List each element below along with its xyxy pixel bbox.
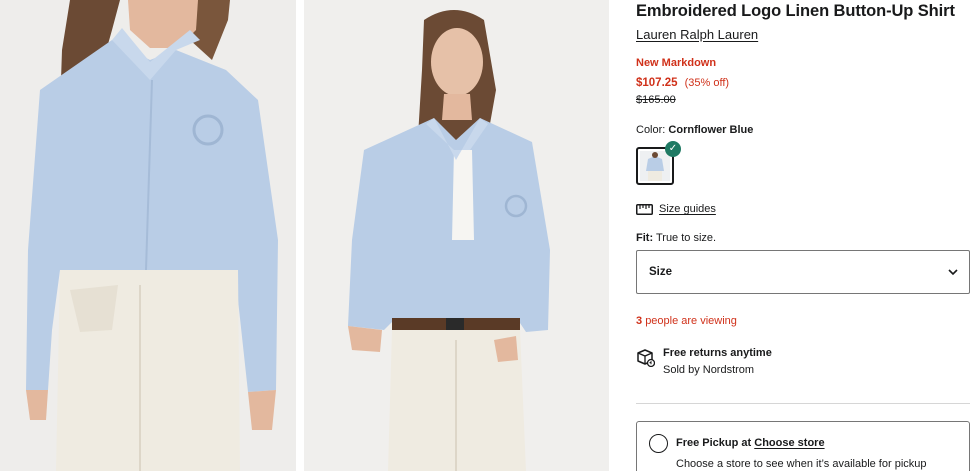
price-row: $107.25 (35% off) (636, 77, 729, 89)
returns-title: Free returns anytime (663, 347, 772, 359)
returns-seller: Sold by Nordstrom (663, 364, 755, 376)
product-title: Embroidered Logo Linen Button-Up Shirt (636, 2, 955, 20)
product-image-front-crop[interactable] (0, 0, 296, 471)
pickup-title: Free Pickup at Choose store (676, 437, 825, 449)
product-photo-model (304, 0, 609, 471)
swatch-thumbnail-image (640, 151, 670, 181)
brand-link[interactable]: Lauren Ralph Lauren (636, 27, 758, 42)
fit-info: Fit: True to size. (636, 232, 716, 244)
product-photo-front (0, 0, 296, 471)
package-return-icon (637, 349, 655, 367)
free-returns-info: Free returns anytime Sold by Nordstrom (636, 347, 772, 376)
color-swatch-cornflower-blue[interactable]: ✓ (636, 141, 681, 185)
color-label: Color: Cornflower Blue (636, 124, 753, 136)
size-dropdown-label: Size (649, 266, 673, 278)
markdown-badge: New Markdown (636, 57, 717, 69)
section-divider (636, 403, 970, 404)
chevron-down-icon (948, 269, 958, 276)
returns-text: Free returns anytime Sold by Nordstrom (663, 347, 772, 376)
viewers-text: people are viewing (645, 315, 737, 327)
check-icon: ✓ (665, 141, 681, 157)
ruler-icon (636, 203, 653, 215)
fit-value: True to size. (655, 232, 717, 244)
color-label-text: Color: (636, 124, 666, 136)
fit-label: Fit: (636, 232, 654, 244)
size-dropdown[interactable]: Size (636, 250, 970, 294)
size-guides-link[interactable]: Size guides (636, 203, 716, 215)
pickup-option[interactable]: Free Pickup at Choose store Choose a sto… (636, 421, 970, 471)
swatch-thumbnail (640, 151, 670, 181)
pickup-title-text: Free Pickup at (676, 437, 752, 449)
product-info-panel: Embroidered Logo Linen Button-Up Shirt L… (636, 0, 970, 471)
product-image-model[interactable] (304, 0, 609, 471)
viewers-count: 3 (636, 315, 643, 327)
color-value: Cornflower Blue (668, 124, 754, 136)
choose-store-link[interactable]: Choose store (754, 437, 824, 449)
pickup-subtext: Choose a store to see when it’s availabl… (676, 458, 927, 470)
discount-percent: (35% off) (684, 77, 730, 89)
size-guides-label: Size guides (659, 203, 716, 215)
original-price: $165.00 (636, 94, 676, 106)
viewers-notice: 3 people are viewing (636, 315, 737, 327)
sale-price: $107.25 (636, 77, 678, 89)
radio-icon[interactable] (649, 434, 668, 453)
